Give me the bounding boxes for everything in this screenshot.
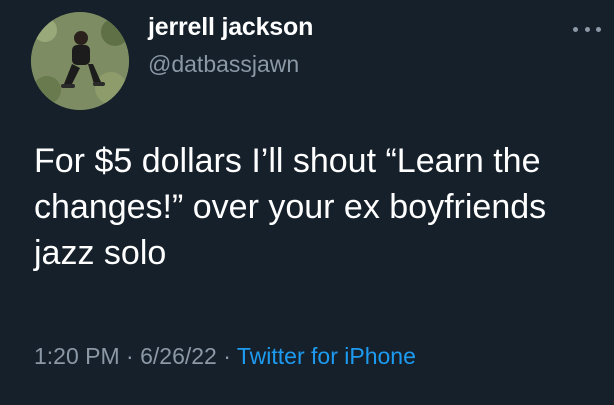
avatar-photo [31,12,129,110]
more-dot [596,26,601,32]
meta-separator: · [119,343,141,369]
more-dot [573,26,578,32]
author-name[interactable]: jerrell jackson [148,13,313,42]
more-horizontal-icon[interactable] [573,24,601,34]
tweet-time[interactable]: 1:20 PM [34,343,120,369]
more-dot [584,26,590,32]
tweet-metadata: 1:20 PM · 6/26/22 · Twitter for iPhone [34,343,416,370]
tweet-source[interactable]: Twitter for iPhone [237,343,416,369]
tweet-date[interactable]: 6/26/22 [140,343,217,369]
meta-separator: · [216,343,237,369]
author-handle[interactable]: @datbassjawn [148,51,299,78]
avatar[interactable] [31,12,129,110]
tweet-text: For $5 dollars I’ll shout “Learn the cha… [34,142,556,272]
tweet-card: jerrell jackson @datbassjawn For $5 doll… [0,0,614,405]
